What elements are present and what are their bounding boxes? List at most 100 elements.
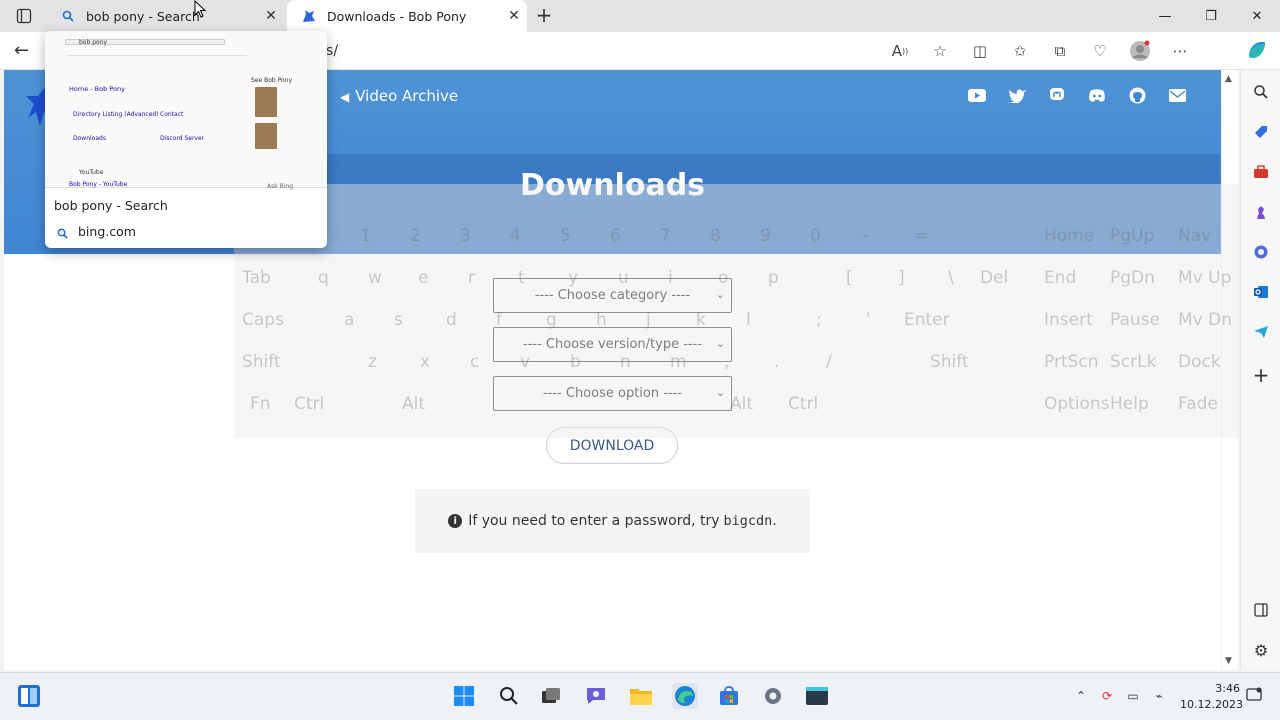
display-icon[interactable]: ▭ bbox=[1124, 687, 1142, 705]
start-windows-icon[interactable] bbox=[451, 683, 477, 709]
new-tab-button[interactable]: + bbox=[532, 4, 556, 28]
taskbar: ⌃ ⟳ ▭ ⌁ 3:46 10.12.2023 bbox=[0, 672, 1280, 720]
network-icon[interactable]: ⌁ bbox=[1150, 687, 1168, 705]
category-select[interactable]: ---- Choose category ---- ⌄ bbox=[493, 278, 732, 313]
microsoft-365-icon[interactable] bbox=[1251, 242, 1271, 262]
download-form: ---- Choose category ---- ⌄ ---- Choose v… bbox=[493, 278, 733, 425]
tab-title: Downloads - Bob Pony bbox=[327, 8, 467, 24]
twitter-icon[interactable] bbox=[1008, 86, 1026, 104]
browser-essentials-icon[interactable]: ♡ bbox=[1086, 37, 1114, 65]
mouse-cursor-icon bbox=[194, 0, 207, 22]
chevron-up-icon[interactable]: ⌃ bbox=[1072, 687, 1090, 705]
games-chess-icon[interactable] bbox=[1251, 202, 1271, 222]
password-notice: i If you need to enter a password, try b… bbox=[415, 489, 810, 553]
edge-browser-icon[interactable] bbox=[672, 683, 698, 709]
sync-icon[interactable]: ⟳ bbox=[1098, 687, 1116, 705]
more-options-icon[interactable]: ⋯ bbox=[1166, 37, 1194, 65]
favorites-icon[interactable]: ✩ bbox=[1006, 37, 1034, 65]
read-aloud-icon[interactable]: A)) bbox=[886, 37, 914, 65]
widgets-icon[interactable] bbox=[16, 683, 42, 709]
chevron-down-icon: ⌄ bbox=[715, 386, 725, 399]
close-window-icon[interactable]: ✕ bbox=[1234, 0, 1280, 32]
scroll-down-icon[interactable]: ▼ bbox=[1225, 656, 1232, 666]
social-links bbox=[968, 86, 1208, 104]
tab-actions-button[interactable] bbox=[8, 4, 40, 28]
version-select[interactable]: ---- Choose version/type ---- ⌄ bbox=[493, 327, 732, 362]
discord-icon[interactable] bbox=[1088, 86, 1106, 104]
thumb-side-title: See Bob Pony bbox=[251, 77, 293, 84]
profile-avatar-icon[interactable] bbox=[1126, 37, 1154, 65]
chevron-down-icon: ⌄ bbox=[715, 337, 725, 350]
search-icon[interactable] bbox=[1251, 82, 1271, 102]
github-icon[interactable] bbox=[1128, 86, 1146, 104]
address-bar[interactable]: oads/ bbox=[300, 37, 870, 65]
preview-title: bob pony - Search bbox=[54, 198, 168, 213]
settings-gear-icon[interactable]: ⚙ bbox=[1251, 640, 1271, 660]
notice-text: If you need to enter a password, try bbox=[468, 513, 720, 529]
add-icon[interactable]: + bbox=[1251, 363, 1271, 387]
option-select[interactable]: ---- Choose option ---- ⌄ bbox=[493, 376, 732, 411]
system-tray: ⌃ ⟳ ▭ ⌁ bbox=[1072, 687, 1176, 705]
preview-thumbnail: bob pony Home - Bob Pony Directory Listi… bbox=[45, 31, 327, 190]
thumb-result-title: Home - Bob Pony bbox=[69, 85, 125, 93]
thumb-sublink: Discord Server bbox=[160, 135, 205, 142]
search-icon[interactable] bbox=[496, 683, 522, 709]
thumb-search-text: bob pony bbox=[79, 39, 108, 46]
tab-bing-search[interactable]: bob pony - Search ✕ bbox=[46, 0, 284, 32]
tab-downloads[interactable]: Downloads - Bob Pony ✕ bbox=[287, 0, 527, 32]
mastodon-icon[interactable] bbox=[1048, 86, 1066, 104]
notification-icon[interactable] bbox=[1246, 687, 1264, 705]
send-icon[interactable] bbox=[1251, 322, 1271, 342]
window-controls: — ❐ ✕ bbox=[1142, 0, 1280, 32]
close-tab-icon[interactable]: ✕ bbox=[501, 8, 527, 24]
pony-logo-icon bbox=[301, 8, 317, 24]
password-code: bigcdn bbox=[723, 513, 773, 529]
vertical-scrollbar[interactable]: ▲ ▼ bbox=[1222, 70, 1238, 670]
outlook-icon[interactable] bbox=[1251, 282, 1271, 302]
toolbar-icons: A)) ☆ ◫ ✩ ⧉ ♡ ⋯ bbox=[886, 37, 1206, 65]
email-icon[interactable] bbox=[1168, 86, 1186, 104]
edge-sidebar: + ⚙ bbox=[1240, 70, 1280, 670]
thumb-sublink: Directory Listing (Advanced) bbox=[73, 111, 159, 118]
category-select-value: ---- Choose category ---- bbox=[534, 288, 691, 303]
info-icon: i bbox=[448, 514, 463, 528]
tab-hover-preview: bob pony Home - Bob Pony Directory Listi… bbox=[45, 31, 327, 248]
close-tab-icon[interactable]: ✕ bbox=[258, 8, 284, 24]
scroll-up-icon[interactable]: ▲ bbox=[1225, 74, 1232, 84]
thumb-youtube: YouTube bbox=[79, 169, 104, 176]
thumb-youtube-title: Bob Pony - YouTube bbox=[69, 181, 128, 188]
minimize-icon[interactable]: — bbox=[1142, 0, 1188, 32]
search-icon bbox=[60, 8, 76, 24]
tab-strip: bob pony - Search ✕ Downloads - Bob Pony… bbox=[0, 0, 1280, 32]
restore-icon[interactable]: ❐ bbox=[1188, 0, 1234, 32]
version-select-value: ---- Choose version/type ---- bbox=[523, 337, 702, 352]
teams-chat-icon[interactable] bbox=[583, 683, 609, 709]
split-screen-icon[interactable]: ◫ bbox=[966, 37, 994, 65]
file-explorer-icon[interactable] bbox=[628, 683, 654, 709]
search-icon bbox=[57, 224, 68, 243]
terminal-app-icon[interactable] bbox=[804, 683, 830, 709]
back-arrow-icon[interactable]: ← bbox=[14, 40, 38, 62]
download-button[interactable]: DOWNLOAD bbox=[546, 427, 678, 464]
sidebar-toggle-icon[interactable] bbox=[1251, 600, 1271, 620]
store-icon[interactable] bbox=[716, 683, 742, 709]
copilot-icon[interactable] bbox=[1245, 38, 1271, 64]
settings-gear-icon[interactable] bbox=[760, 683, 786, 709]
favorite-star-icon[interactable]: ☆ bbox=[926, 37, 954, 65]
task-view-icon[interactable] bbox=[538, 683, 564, 709]
thumb-ask-bing: Ask Bing bbox=[267, 183, 294, 190]
chevron-down-icon: ⌄ bbox=[715, 288, 725, 301]
clock-time: 3:46 bbox=[1215, 682, 1240, 695]
shopping-tag-icon[interactable] bbox=[1251, 122, 1271, 142]
youtube-icon[interactable] bbox=[968, 86, 986, 104]
site-name-label: Video Archive bbox=[355, 87, 459, 105]
clock-date: 10.12.2023 bbox=[1180, 698, 1243, 711]
option-select-value: ---- Choose option ---- bbox=[542, 386, 683, 401]
tab-title: bob pony - Search bbox=[86, 8, 200, 24]
thumb-sublink: Downloads bbox=[73, 135, 106, 142]
tools-briefcase-icon[interactable] bbox=[1251, 162, 1271, 182]
collections-icon[interactable]: ⧉ bbox=[1046, 37, 1074, 65]
tab-actions-icon bbox=[16, 8, 32, 24]
clock[interactable]: 3:46 10.12.2023 bbox=[1180, 681, 1243, 713]
site-name-link[interactable]: ◀ Video Archive bbox=[340, 87, 458, 105]
